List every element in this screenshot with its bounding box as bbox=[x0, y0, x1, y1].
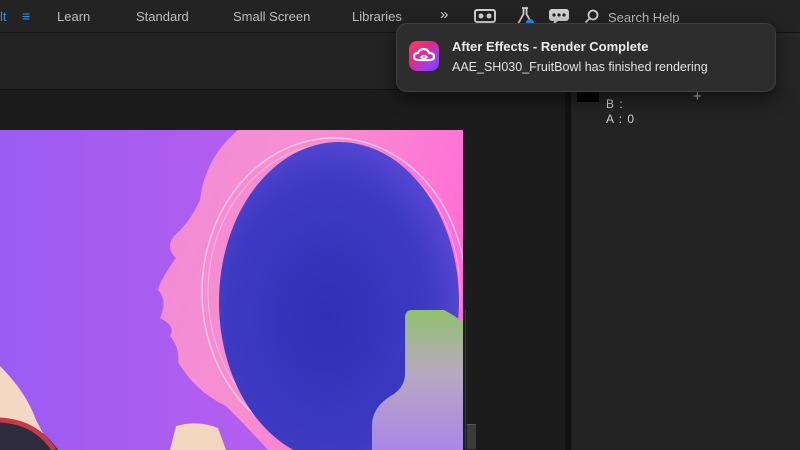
tab-small-screen[interactable]: Small Screen bbox=[233, 9, 310, 24]
composition-frame[interactable] bbox=[0, 130, 463, 450]
tab-default-partial[interactable]: lt bbox=[0, 9, 7, 24]
workspace-menu-icon[interactable]: ≡ bbox=[22, 8, 30, 24]
info-a-value: A : 0 bbox=[606, 112, 636, 126]
artwork-image bbox=[0, 130, 463, 450]
workspace-overflow-button[interactable]: » bbox=[440, 6, 449, 23]
scrollbar-thumb[interactable] bbox=[467, 424, 476, 449]
render-complete-notification[interactable]: After Effects - Render Complete AAE_SH03… bbox=[396, 23, 776, 92]
tab-standard[interactable]: Standard bbox=[136, 9, 189, 24]
notification-message: AAE_SH030_FruitBowl has finished renderi… bbox=[452, 60, 708, 74]
tab-libraries[interactable]: Libraries bbox=[352, 9, 402, 24]
creative-cloud-icon bbox=[409, 41, 439, 71]
info-panel bbox=[571, 33, 800, 450]
info-b-value: B : bbox=[606, 97, 624, 111]
tab-learn[interactable]: Learn bbox=[57, 9, 90, 24]
notification-title: After Effects - Render Complete bbox=[452, 39, 649, 54]
